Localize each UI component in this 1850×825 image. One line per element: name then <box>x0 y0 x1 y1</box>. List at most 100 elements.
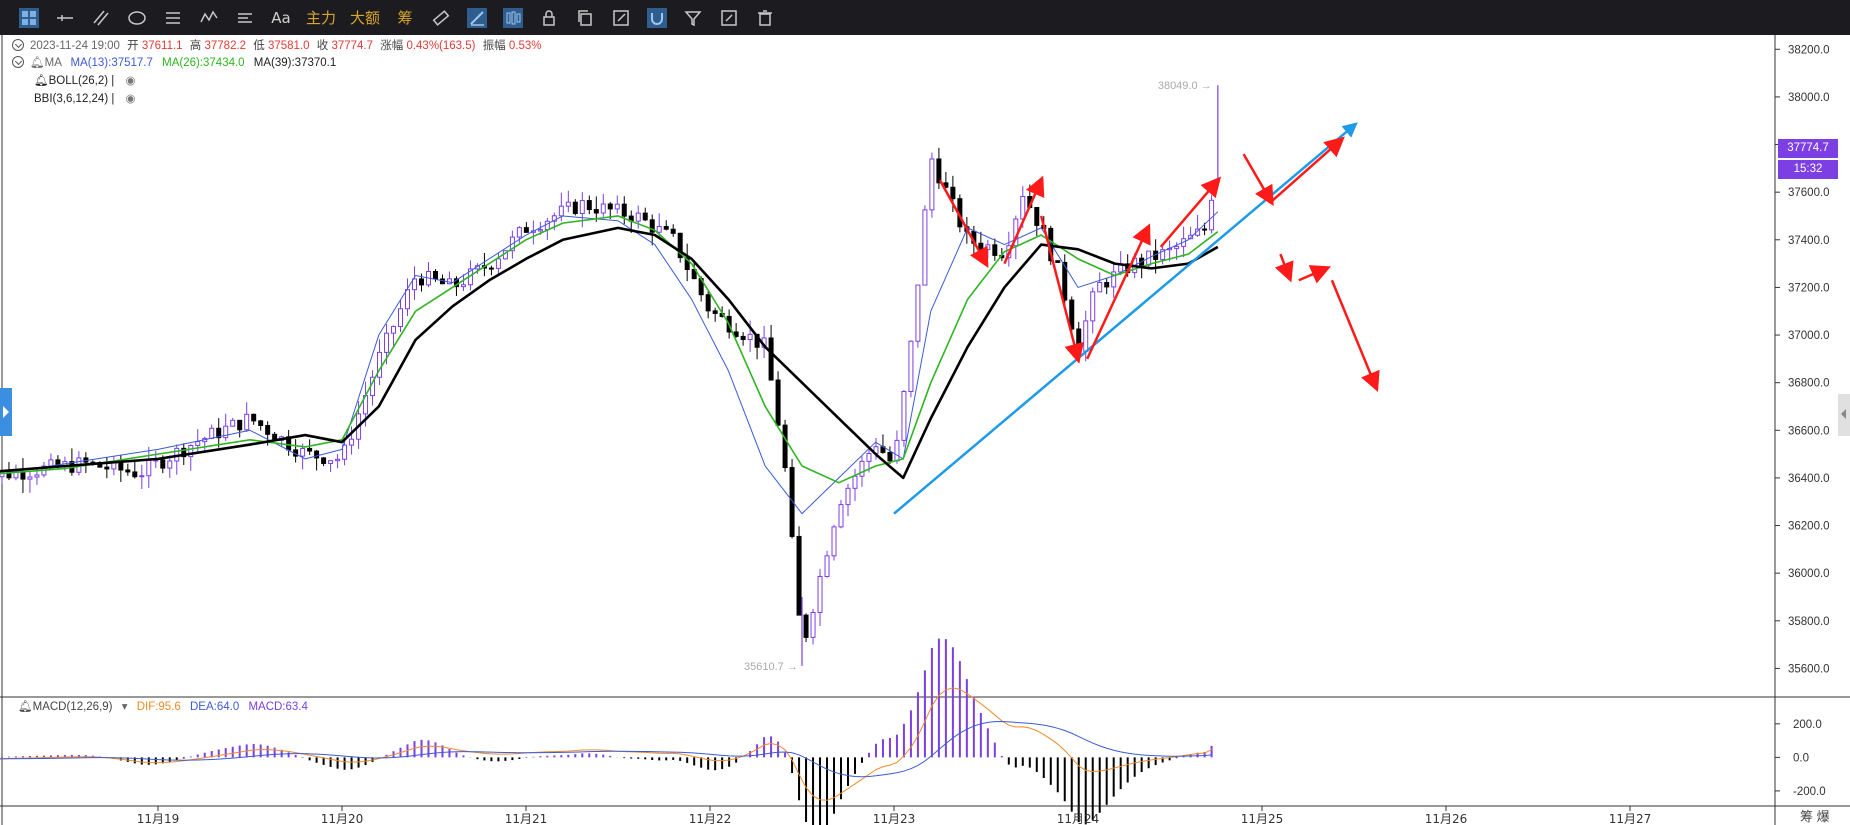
candle-body <box>866 453 872 462</box>
ma-label: MA <box>44 57 62 69</box>
trash-icon[interactable] <box>748 0 782 35</box>
edit-icon[interactable] <box>604 0 638 35</box>
text-tool-button[interactable]: Aa <box>264 0 298 35</box>
candle-body <box>712 310 718 314</box>
wave-icon[interactable] <box>192 0 226 35</box>
chip-button[interactable]: 筹 <box>388 0 422 35</box>
candle-body <box>418 278 424 286</box>
left-panel-toggle[interactable] <box>0 388 12 436</box>
high-label: 高 <box>189 40 202 52</box>
candle-body <box>663 226 669 230</box>
candle-body <box>831 526 837 557</box>
low-mark: 35610.7 → <box>744 661 798 673</box>
trend-line <box>893 122 1358 515</box>
y-tick-label: 38200.0 <box>1788 44 1830 56</box>
candle-body <box>670 228 676 234</box>
ellipse-icon[interactable] <box>120 0 154 35</box>
right-panel-toggle[interactable] <box>1838 394 1850 436</box>
amp-label: 振幅 <box>482 40 506 52</box>
ruler-icon[interactable] <box>424 0 458 35</box>
parallel-line-icon[interactable] <box>84 0 118 35</box>
candle-body <box>747 333 753 341</box>
change-label: 涨幅 <box>380 40 404 52</box>
candle-body <box>125 469 131 473</box>
candle-body <box>384 332 390 353</box>
candle-body <box>838 504 844 528</box>
candle-body <box>1083 320 1089 352</box>
candle-body <box>314 450 320 459</box>
collapse-icon[interactable] <box>12 56 24 68</box>
red-arrow <box>1298 265 1331 284</box>
candle-body <box>565 201 571 207</box>
candle-body <box>572 201 578 215</box>
layout-icon[interactable] <box>12 0 46 35</box>
chart-area[interactable]: 38049.0 → 35610.7 → 200.0 0.0 -200.0 38200.… <box>0 35 1850 825</box>
candles <box>0 85 1219 666</box>
candle-body <box>1090 291 1096 322</box>
candle-body <box>328 460 334 464</box>
high-value: 37782.2 <box>204 40 247 52</box>
candle-body <box>824 555 830 577</box>
amp-value: 0.53% <box>508 40 542 52</box>
candle-body <box>209 427 215 439</box>
filter-icon[interactable] <box>676 0 710 35</box>
candle-body <box>460 284 466 288</box>
candle-body <box>1097 282 1103 293</box>
candle-body <box>859 460 865 477</box>
macd-info-line: 🔔︎MACD(12,26,9) ▾ DIF:95.6 DEA:64.0 MACD… <box>18 699 308 713</box>
candle-body <box>614 203 620 210</box>
y-tick-label: 37600.0 <box>1788 187 1830 199</box>
candle-body <box>488 267 494 270</box>
magnet-icon[interactable] <box>640 0 674 35</box>
candle-body <box>768 337 774 381</box>
bell-icon: 🔔︎ <box>30 57 45 69</box>
candle-body <box>894 439 900 462</box>
axes: 38200.038000.037800.037600.037400.037200… <box>137 44 1830 825</box>
candle-body <box>845 487 851 506</box>
eye-hide-icon[interactable]: ◉ <box>126 93 136 105</box>
boll-label: BOLL(26,2) <box>48 75 109 87</box>
candle-body <box>922 209 928 286</box>
moving-averages <box>0 211 1219 515</box>
candle-body <box>48 459 54 467</box>
bbi-line: BBI(3,6,12,24) | ◉ <box>34 93 136 105</box>
range-icon[interactable] <box>228 0 262 35</box>
red-arrow <box>1270 136 1345 203</box>
macd-y-tick-label: -200.0 <box>1793 786 1826 798</box>
x-tick-label: 11月22 <box>689 812 732 825</box>
candle-body <box>1209 199 1215 231</box>
fib-icon[interactable] <box>156 0 190 35</box>
y-tick-label: 37000.0 <box>1788 330 1830 342</box>
red-arrow <box>938 179 989 268</box>
y-tick-label: 37200.0 <box>1788 282 1830 294</box>
collapse-icon[interactable] <box>12 39 24 51</box>
brush-icon[interactable] <box>460 0 494 35</box>
candle-body <box>237 419 243 431</box>
candle-body <box>915 284 921 342</box>
red-arrow <box>1330 279 1380 393</box>
candle-body <box>992 244 998 256</box>
candle-body <box>446 278 452 285</box>
copy-icon[interactable] <box>568 0 602 35</box>
sync-icon[interactable] <box>712 0 746 35</box>
lock-icon[interactable] <box>532 0 566 35</box>
chevron-down-icon[interactable]: ▾ <box>122 701 128 713</box>
red-arrow <box>1274 253 1294 283</box>
candle-body <box>251 413 257 422</box>
candle-body <box>307 447 313 452</box>
big-order-button[interactable]: 大额 <box>344 0 386 35</box>
horizontal-line-icon[interactable] <box>48 0 82 35</box>
candle-body <box>1202 228 1208 231</box>
ma13-value: MA(13):37517.7 <box>70 57 153 69</box>
macd-y-tick-label: 0.0 <box>1793 752 1809 764</box>
y-tick-label: 35800.0 <box>1788 616 1830 628</box>
eye-hide-icon[interactable]: ◉ <box>125 75 135 87</box>
bottom-right-label: 筹 爆 <box>1800 809 1830 824</box>
candle-icon[interactable] <box>496 0 530 35</box>
red-arrow <box>1039 215 1084 364</box>
main-force-button[interactable]: 主力 <box>300 0 342 35</box>
last-price-tag: 37774.7 <box>1778 139 1838 158</box>
info-datetime: 2023-11-24 19:00 <box>30 40 120 52</box>
ma26-line <box>0 215 1219 484</box>
candle-body <box>398 308 404 328</box>
